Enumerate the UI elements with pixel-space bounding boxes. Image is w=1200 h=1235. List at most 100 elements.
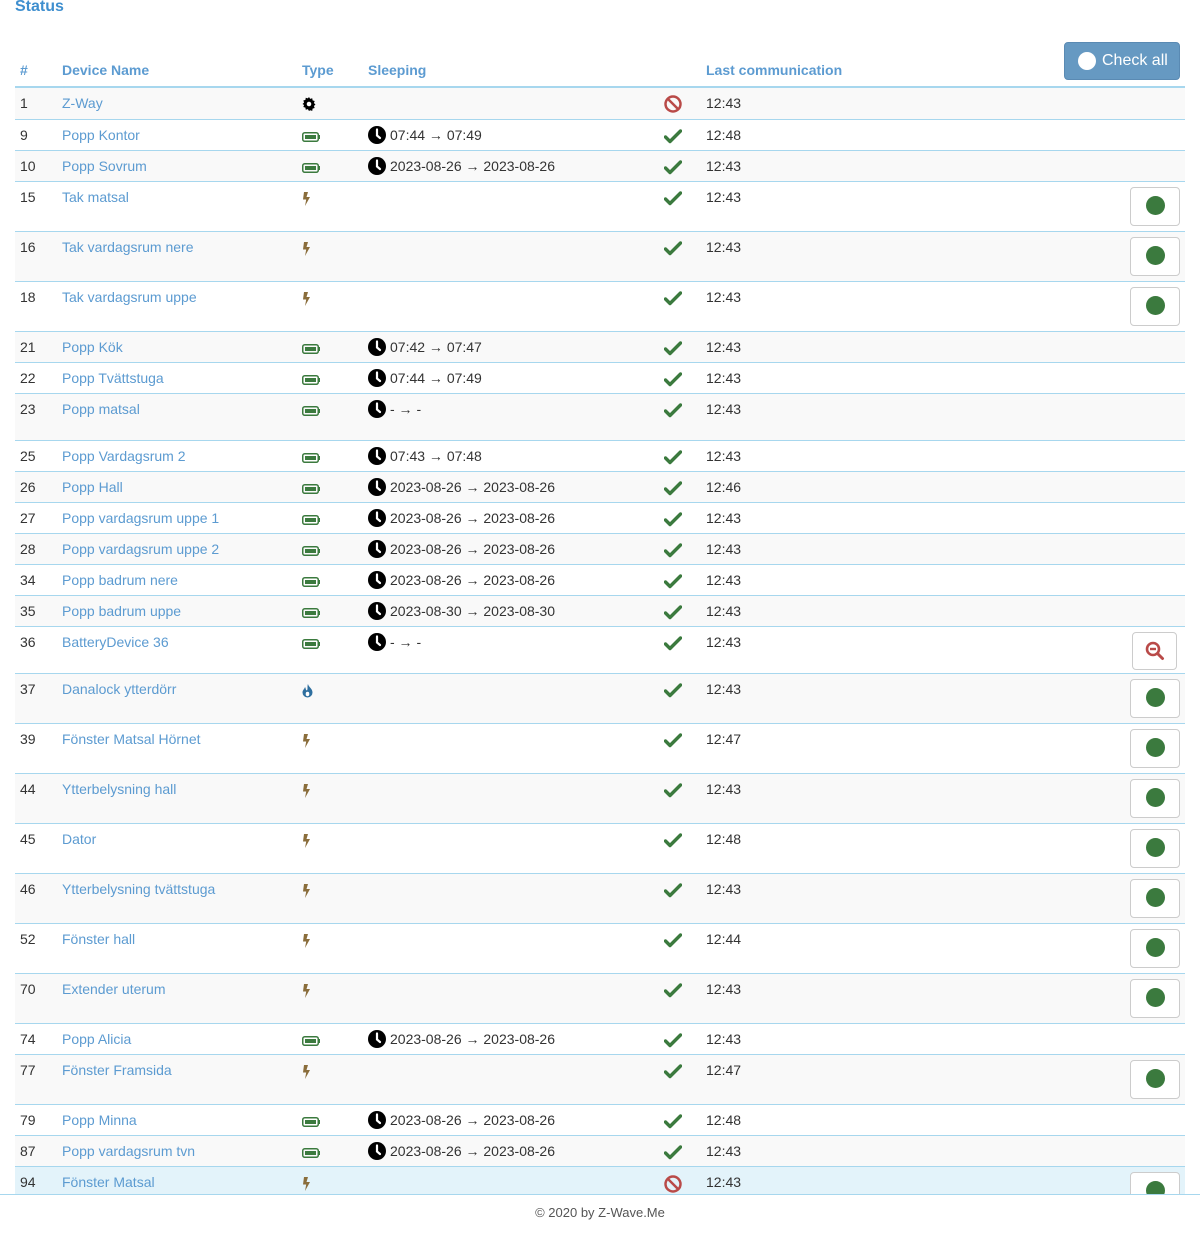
device-name-link[interactable]: Popp Minna — [62, 1112, 137, 1128]
check-icon — [664, 481, 682, 496]
device-name-link[interactable]: Fönster hall — [62, 931, 135, 947]
device-name-link[interactable]: Popp Vardagsrum 2 — [62, 448, 185, 464]
sleeping-cell: 07:42 → 07:47 — [363, 331, 659, 363]
status-cell — [659, 823, 701, 874]
check-icon — [664, 129, 682, 144]
device-id: 70 — [15, 973, 57, 1024]
device-name-link[interactable]: Dator — [62, 831, 96, 847]
column-header-sleeping[interactable]: Sleeping — [363, 56, 659, 88]
interview-cell — [911, 773, 981, 824]
device-id: 16 — [15, 231, 57, 282]
device-name-link[interactable]: Ytterbelysning hall — [62, 781, 176, 797]
device-name-link[interactable]: Extender uterum — [62, 981, 166, 997]
status-dot-icon — [1145, 937, 1165, 957]
ping-cell — [1141, 119, 1185, 151]
column-header-check — [1141, 56, 1185, 88]
device-name-link[interactable]: Popp Kontor — [62, 127, 140, 143]
device-name-link[interactable]: Tak vardagsrum uppe — [62, 289, 197, 305]
column-header-device-name[interactable]: Device Name — [57, 56, 297, 88]
status-dot-icon — [1145, 737, 1165, 757]
device-name-link[interactable]: Popp vardagsrum uppe 1 — [62, 510, 219, 526]
column-header-type[interactable]: Type — [297, 56, 363, 88]
interview-cell — [911, 923, 981, 974]
check-icon — [664, 372, 682, 387]
ping-device-button[interactable] — [1130, 287, 1180, 327]
bolt-icon — [303, 1176, 310, 1191]
ping-device-button[interactable] — [1130, 979, 1180, 1019]
interview-cell — [911, 231, 981, 282]
device-name-link[interactable]: Popp vardagsrum tvn — [62, 1143, 195, 1159]
ping-device-button[interactable] — [1130, 1060, 1180, 1100]
device-type — [297, 231, 363, 282]
device-name-link[interactable]: Popp badrum nere — [62, 572, 178, 588]
device-type — [297, 119, 363, 151]
device-row: 36 BatteryDevice 36 - → - 12:43 — [15, 626, 1185, 674]
device-type — [297, 1054, 363, 1105]
column-header-number[interactable]: # — [15, 56, 57, 88]
check-icon — [664, 636, 682, 651]
sleeping-cell: 2023-08-26 → 2023-08-26 — [363, 471, 659, 503]
ping-device-button[interactable] — [1130, 829, 1180, 869]
device-name-link[interactable]: Fönster Matsal Hörnet — [62, 731, 201, 747]
spacer-cell — [981, 1135, 1141, 1167]
ping-device-button[interactable] — [1130, 187, 1180, 227]
sleeping-cell — [363, 823, 659, 874]
sleeping-cell: 2023-08-26 → 2023-08-26 — [363, 533, 659, 565]
fire-icon — [302, 683, 313, 698]
device-name-link[interactable]: Popp matsal — [62, 401, 140, 417]
device-name-link[interactable]: Popp Tvättstuga — [62, 370, 164, 386]
status-cell — [659, 150, 701, 182]
device-name-link[interactable]: Ytterbelysning tvättstuga — [62, 881, 215, 897]
device-name-link[interactable]: BatteryDevice 36 — [62, 634, 169, 650]
device-id: 22 — [15, 362, 57, 394]
device-name-link[interactable]: Tak vardagsrum nere — [62, 239, 194, 255]
last-communication: 12:43 — [701, 231, 911, 282]
status-cell — [659, 773, 701, 824]
device-name-link[interactable]: Popp vardagsrum uppe 2 — [62, 541, 219, 557]
device-id: 79 — [15, 1104, 57, 1136]
sleeping-cell: 2023-08-26 → 2023-08-26 — [363, 1023, 659, 1055]
last-communication: 12:43 — [701, 673, 911, 724]
ping-cell — [1141, 150, 1185, 182]
column-header-last-communication[interactable]: Last communication — [701, 56, 911, 88]
device-name-link[interactable]: Popp Sovrum — [62, 158, 147, 174]
device-name-link[interactable]: Popp Hall — [62, 479, 123, 495]
last-communication: 12:43 — [701, 533, 911, 565]
device-id: 18 — [15, 281, 57, 332]
device-row: 74 Popp Alicia 2023-08-26 → 2023-08-26 12:4… — [15, 1023, 1185, 1055]
status-dot-icon — [1145, 195, 1165, 215]
interview-cell — [911, 626, 1177, 674]
sleep-interval: 2023-08-26 → 2023-08-26 — [390, 1143, 556, 1160]
ping-cell — [1141, 393, 1185, 441]
device-name-link[interactable]: Popp Alicia — [62, 1031, 131, 1047]
last-communication: 12:43 — [701, 626, 911, 674]
device-type — [297, 1023, 363, 1055]
interview-cell — [911, 440, 981, 472]
bolt-icon — [303, 833, 310, 848]
device-name-link[interactable]: Fönster Matsal — [62, 1174, 155, 1190]
spacer-cell — [981, 533, 1141, 565]
clock-icon — [368, 1030, 386, 1049]
bolt-icon — [303, 1064, 310, 1079]
ping-device-button[interactable] — [1130, 879, 1180, 919]
device-status-table: # Device Name Type Sleeping Last communi… — [15, 56, 1185, 1217]
ping-device-button[interactable] — [1130, 679, 1180, 719]
device-name-link[interactable]: Fönster Framsida — [62, 1062, 172, 1078]
device-name-link[interactable]: Danalock ytterdörr — [62, 681, 176, 697]
device-name-link[interactable]: Popp Kök — [62, 339, 123, 355]
ping-device-button[interactable] — [1130, 237, 1180, 277]
ping-device-button[interactable] — [1130, 779, 1180, 819]
bolt-icon — [303, 883, 310, 898]
device-name-link[interactable]: Tak matsal — [62, 189, 129, 205]
ping-device-button[interactable] — [1130, 929, 1180, 969]
device-name-link[interactable]: Popp badrum uppe — [62, 603, 181, 619]
device-row: 77 Fönster Framsida 12:47 — [15, 1054, 1185, 1105]
device-id: 9 — [15, 119, 57, 151]
sleeping-cell — [363, 1054, 659, 1105]
ping-device-button[interactable] — [1130, 729, 1180, 769]
battery-full-icon — [302, 405, 320, 416]
last-communication: 12:48 — [701, 823, 911, 874]
device-name-link[interactable]: Z-Way — [62, 95, 103, 111]
device-type — [297, 471, 363, 503]
device-id: 39 — [15, 723, 57, 774]
